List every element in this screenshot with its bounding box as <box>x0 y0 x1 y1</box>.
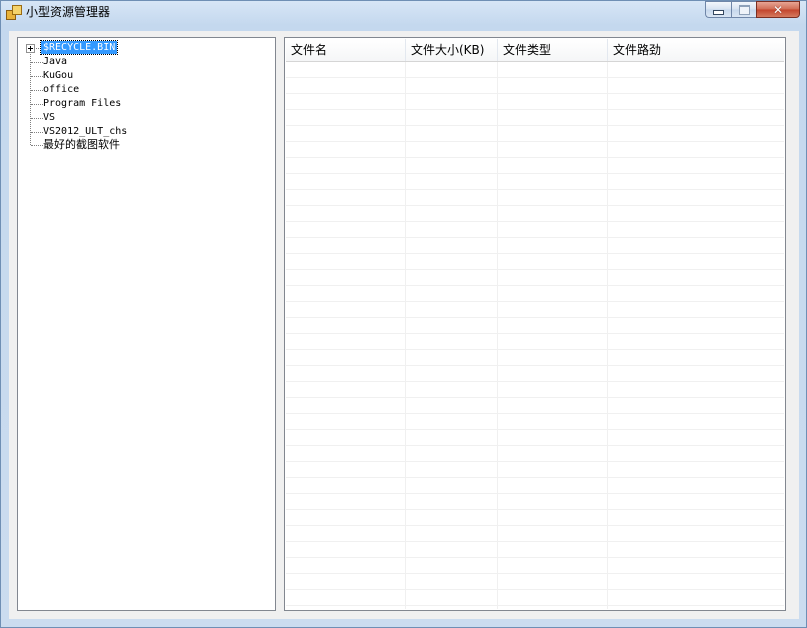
expand-plus-icon[interactable] <box>26 44 35 53</box>
tree-item-vs2012[interactable]: VS2012_ULT_chs <box>18 125 258 139</box>
main-window: 小型资源管理器 ✕ $RECYCLE.BIN Java KuGou office… <box>0 0 807 628</box>
tree-item-label: 最好的截图软件 <box>43 138 120 151</box>
file-list-view[interactable]: 文件名 文件大小(KB) 文件类型 文件路劲 <box>284 37 786 611</box>
tree-item-label: $RECYCLE.BIN <box>39 40 119 55</box>
title-bar[interactable]: 小型资源管理器 ✕ <box>1 1 806 23</box>
column-header-filetype[interactable]: 文件类型 <box>498 39 608 61</box>
tree-item-label: Program Files <box>43 98 122 109</box>
tree-item-label: Java <box>43 56 68 67</box>
list-grid <box>286 62 784 609</box>
app-icon <box>5 4 22 20</box>
tree-item-label: KuGou <box>43 70 74 81</box>
folder-tree-view[interactable]: $RECYCLE.BIN Java KuGou office Program F… <box>17 37 276 611</box>
tree-item-program-files[interactable]: Program Files <box>18 97 258 111</box>
tree-item-label: VS2012_ULT_chs <box>43 126 128 137</box>
window-title: 小型资源管理器 <box>26 5 111 19</box>
column-header-filesize[interactable]: 文件大小(KB) <box>406 39 498 61</box>
tree-item-recycle-bin[interactable]: $RECYCLE.BIN <box>18 40 258 55</box>
minimize-icon <box>713 10 724 15</box>
maximize-icon <box>738 4 750 15</box>
minimize-button[interactable] <box>705 1 731 18</box>
close-button[interactable]: ✕ <box>756 1 800 18</box>
tree-item-vs[interactable]: VS <box>18 111 258 125</box>
caption-buttons: ✕ <box>705 1 800 19</box>
tree-item-office[interactable]: office <box>18 83 258 97</box>
client-area: $RECYCLE.BIN Java KuGou office Program F… <box>9 31 799 619</box>
tree-item-java[interactable]: Java <box>18 55 258 69</box>
column-header-filepath[interactable]: 文件路劲 <box>608 39 784 61</box>
tree-item-label: office <box>43 84 80 95</box>
column-header-filename[interactable]: 文件名 <box>286 39 406 61</box>
close-icon: ✕ <box>772 2 784 17</box>
tree-item-screenshot-software[interactable]: 最好的截图软件 <box>18 138 258 152</box>
tree-item-label: VS <box>43 112 56 123</box>
list-header: 文件名 文件大小(KB) 文件类型 文件路劲 <box>286 39 784 62</box>
maximize-button[interactable] <box>731 1 756 18</box>
tree-item-kugou[interactable]: KuGou <box>18 69 258 83</box>
